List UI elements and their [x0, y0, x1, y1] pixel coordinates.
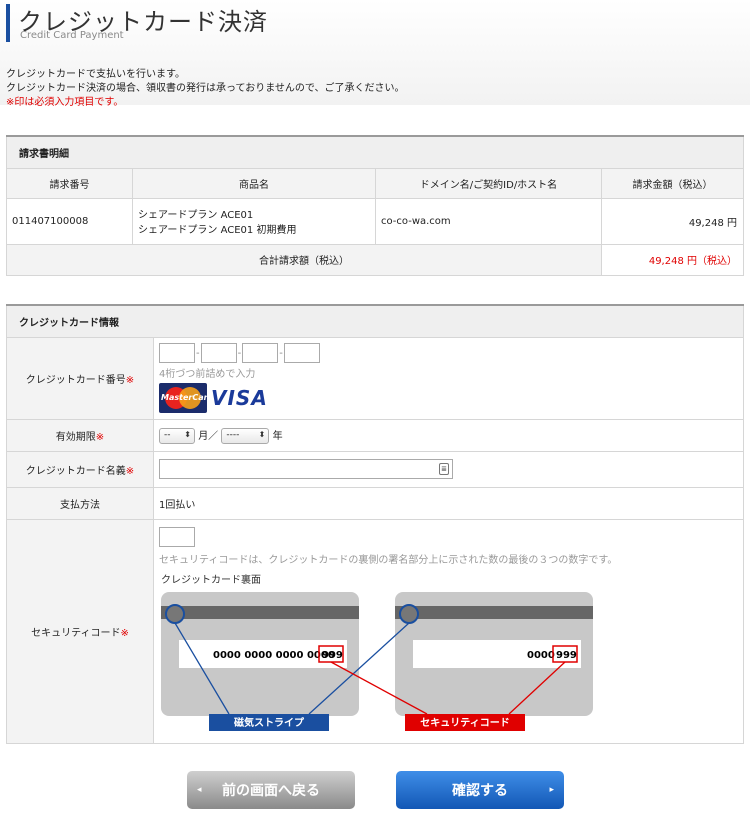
card-number-field-2[interactable] — [200, 343, 237, 363]
page-header: クレジットカード決済 Credit Card Payment クレジットカードで… — [0, 0, 750, 108]
total-row: 合計請求額（税込） 49,248 円（税込） — [6, 243, 744, 276]
cardholder-name-input[interactable]: ≣ — [159, 459, 453, 479]
back-button-label: 前の画面へ戻る — [222, 783, 320, 799]
expiry-month-select[interactable]: -- ⬍ — [159, 427, 195, 444]
card-number-cell: --- 4桁づつ前詰めで入力 MasterCard VISA — [153, 336, 744, 420]
cardholder-name-cell: ≣ — [153, 450, 744, 488]
magnetic-stripe-right — [395, 605, 593, 619]
invoice-amount: 49,248 円 — [601, 197, 744, 245]
select-arrows-icon: ⬍ — [258, 429, 266, 439]
intro-text: クレジットカードで支払いを行います。 クレジットカード決済の場合、領収書の発行は… — [6, 68, 405, 110]
year-unit: 年 — [272, 430, 283, 442]
invoice-table: 請求書明細 請求番号 商品名 ドメイン名/ご契約ID/ホスト名 請求金額（税込）… — [6, 135, 744, 276]
card-number-field-1[interactable] — [159, 343, 195, 363]
confirm-button-label: 確認する — [452, 783, 508, 799]
code-label: セキュリティコード — [420, 717, 509, 729]
card-number-fields: --- — [159, 343, 738, 363]
autofill-icon[interactable]: ≣ — [439, 463, 449, 475]
code-text-left: 999 — [322, 650, 343, 661]
col-product: 商品名 — [132, 167, 376, 199]
card-back-diagram: 0000 0000 0000 0000 999 0000 999 磁気ストライプ… — [161, 591, 593, 731]
invoice-section-title: 請求書明細 — [6, 135, 744, 169]
col-amount: 請求金額（税込） — [601, 167, 744, 199]
card-number-text-right: 0000 — [527, 650, 555, 661]
expiry-year-select[interactable]: ---- ⬍ — [221, 427, 270, 444]
stripe-marker-left — [165, 603, 185, 624]
month-unit: 月／ — [198, 430, 219, 442]
invoice-no: 011407100008 — [6, 197, 133, 245]
stripe-label: 磁気ストライプ — [234, 716, 305, 729]
title-accent-bar — [6, 4, 10, 42]
chevron-right-icon: ▸ — [549, 785, 554, 795]
card-back-label: クレジットカード裏面 — [161, 574, 261, 586]
card-number-hint: 4桁づつ前詰めで入力 — [159, 369, 256, 380]
domain-name: co-co-wa.com — [375, 197, 602, 245]
confirm-button[interactable]: 確認する ▸ — [396, 771, 564, 809]
security-code-hint: セキュリティコードは、クレジットカードの裏側の署名部分上に示された数の最後の３つ… — [159, 554, 618, 566]
col-invoice-no: 請求番号 — [6, 167, 133, 199]
security-code-input[interactable] — [159, 526, 195, 547]
mastercard-logo: MasterCard — [159, 383, 207, 413]
cardholder-name-label: クレジットカード名義※ — [6, 450, 154, 488]
product-line-2: シェアードプラン ACE01 初期費用 — [138, 225, 297, 236]
total-label: 合計請求額（税込） — [6, 243, 602, 276]
required-note: ※印は必須入力項目です。 — [6, 97, 124, 108]
page-subtitle: Credit Card Payment — [20, 30, 124, 41]
card-number-field-3[interactable] — [242, 343, 279, 363]
security-code-label: セキュリティコード※ — [6, 518, 154, 744]
total-value: 49,248 円（税込） — [601, 243, 744, 276]
product-line-1: シェアードプラン ACE01 — [138, 210, 254, 221]
code-text-right: 999 — [556, 650, 577, 661]
back-button[interactable]: ◂ 前の画面へ戻る — [187, 771, 355, 809]
select-arrows-icon: ⬍ — [184, 429, 191, 439]
payment-method-label: 支払方法 — [6, 486, 154, 520]
expiry-label: 有効期限※ — [6, 418, 154, 452]
card-number-label: クレジットカード番号※ — [6, 336, 154, 420]
expiry-cell: -- ⬍ 月／ ---- ⬍ 年 — [153, 418, 744, 452]
card-number-field-4[interactable] — [283, 343, 320, 363]
card-brand-logos: MasterCard VISA — [159, 383, 738, 413]
card-info-table: クレジットカード情報 クレジットカード番号※ --- 4桁づつ前詰めで入力 Ma… — [6, 304, 744, 744]
card-section-title: クレジットカード情報 — [6, 304, 744, 338]
card-number-text-left: 0000 0000 0000 0000 — [213, 650, 335, 661]
col-domain: ドメイン名/ご契約ID/ホスト名 — [375, 167, 602, 199]
product-name: シェアードプラン ACE01 シェアードプラン ACE01 初期費用 — [132, 197, 376, 245]
security-code-cell: セキュリティコードは、クレジットカードの裏側の署名部分上に示された数の最後の３つ… — [153, 518, 744, 744]
visa-logo: VISA — [211, 386, 268, 410]
table-row: 011407100008 シェアードプラン ACE01 シェアードプラン ACE… — [6, 197, 744, 245]
intro-line-2: クレジットカード決済の場合、領収書の発行は承っておりませんので、ご了承ください。 — [6, 83, 405, 94]
payment-method-value: 1回払い — [153, 486, 744, 520]
magnetic-stripe-left — [161, 605, 359, 619]
intro-line-1: クレジットカードで支払いを行います。 — [6, 69, 185, 80]
chevron-left-icon: ◂ — [197, 785, 202, 795]
stripe-marker-right — [399, 603, 419, 624]
